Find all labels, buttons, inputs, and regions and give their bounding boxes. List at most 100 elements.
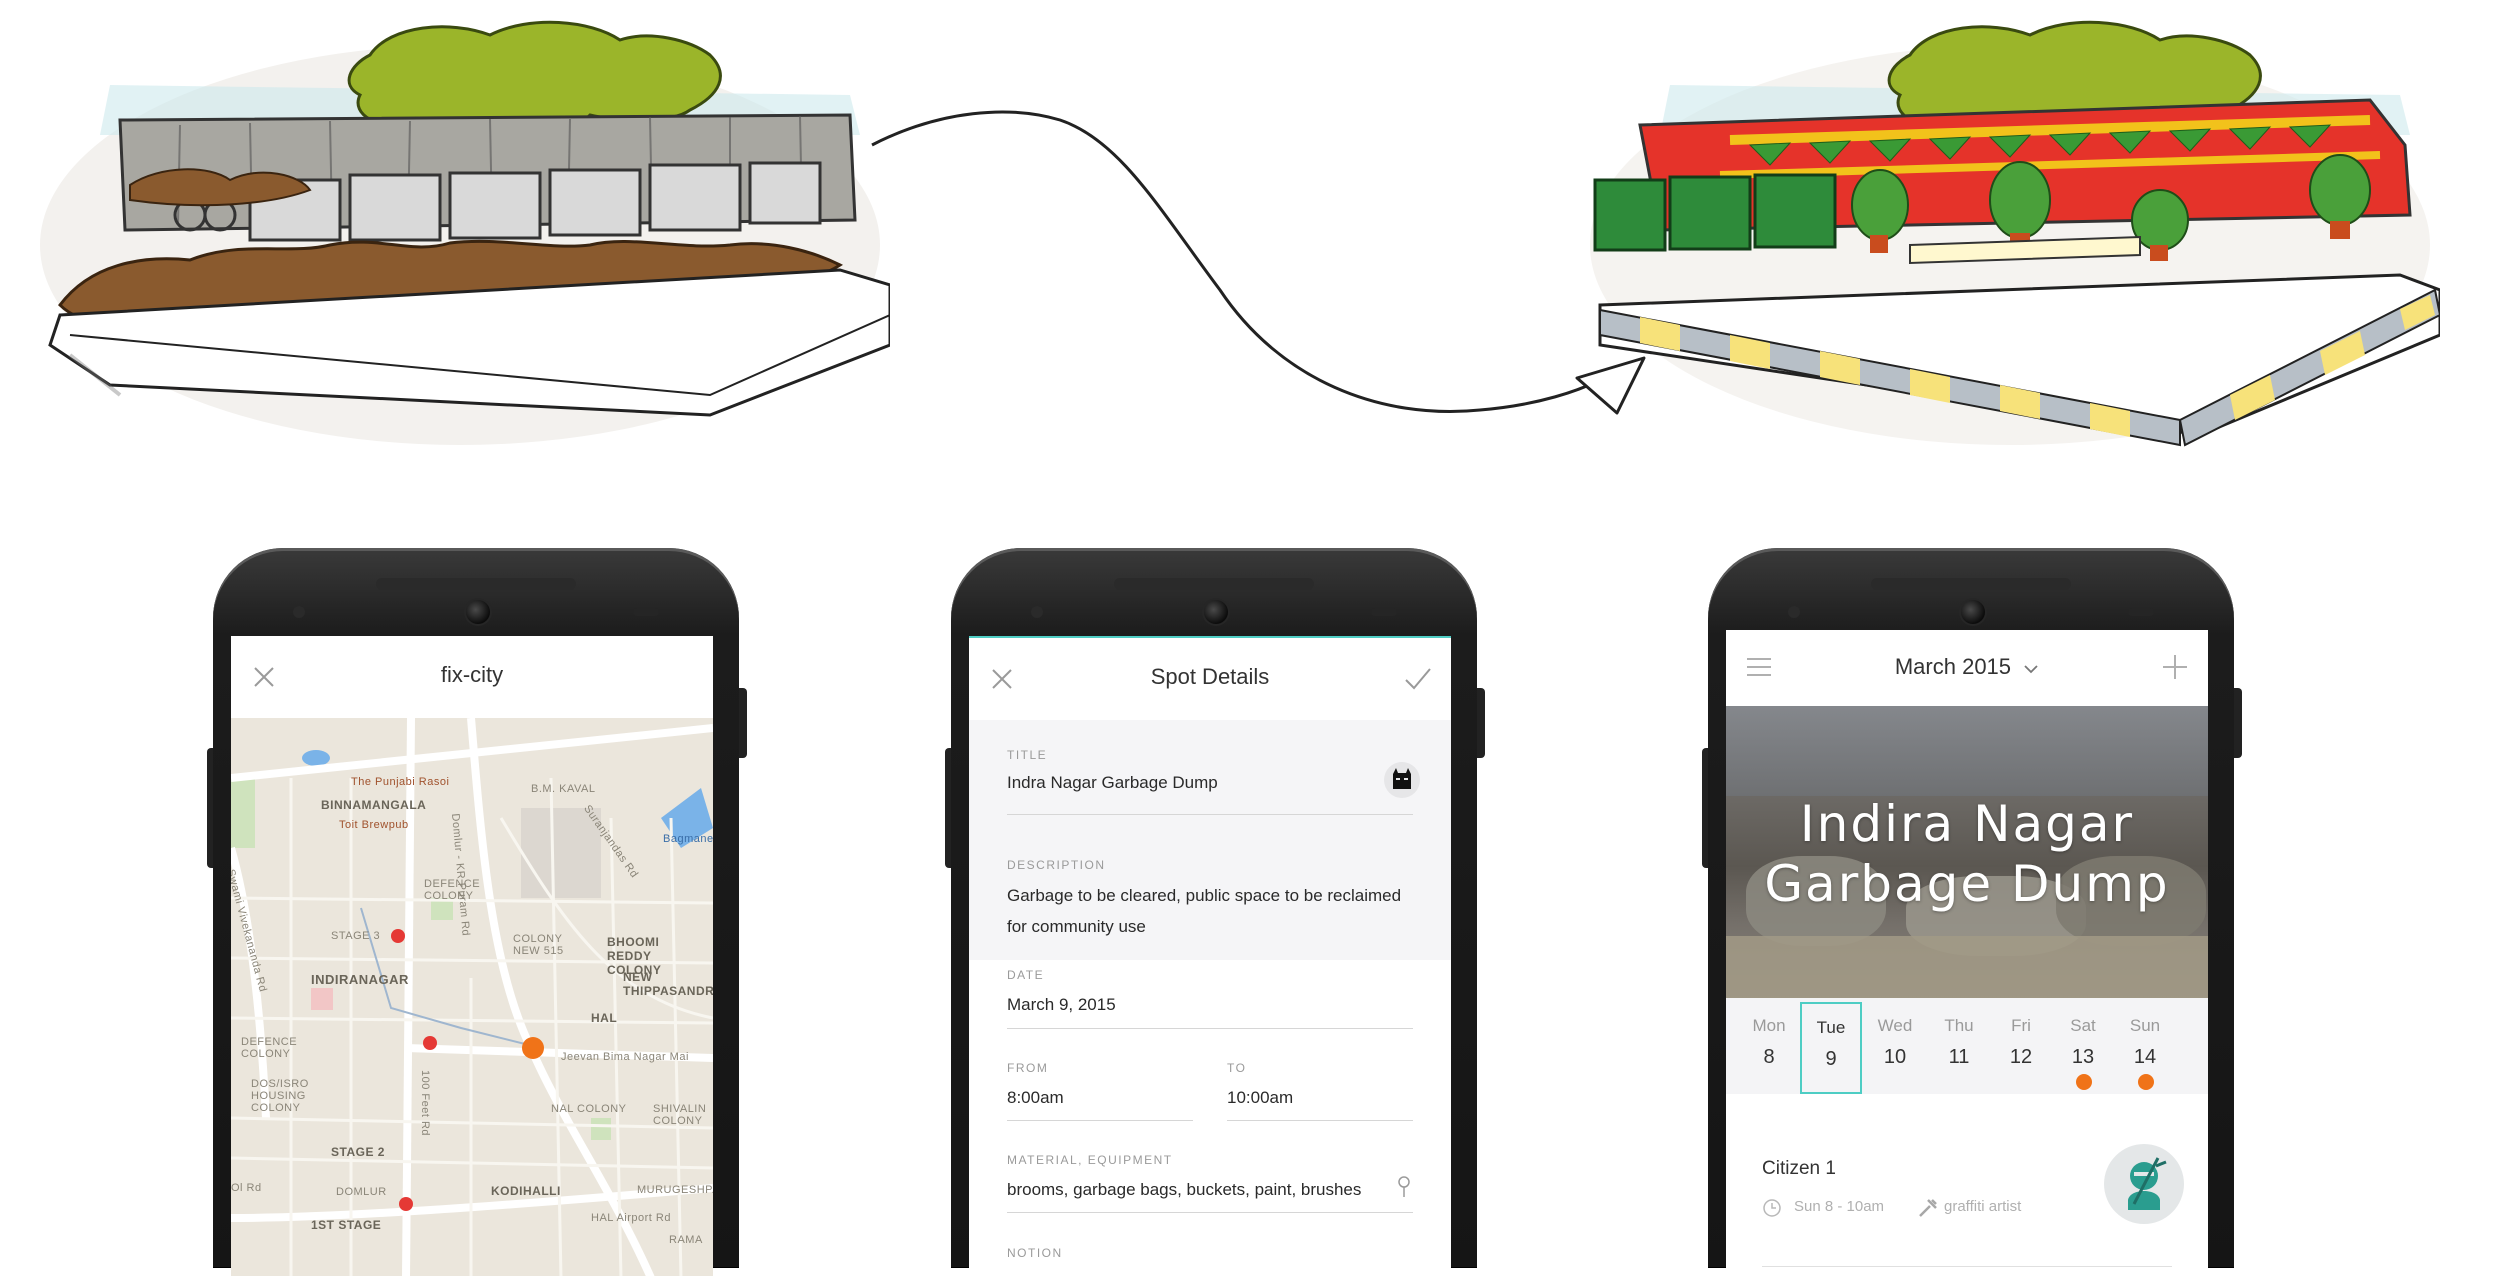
map-label: SHIVALIN COLONY — [653, 1103, 707, 1127]
camera — [466, 600, 490, 624]
map-label: DEFENCE COLONY — [424, 878, 481, 902]
map-label: MURUGESHPA — [637, 1184, 713, 1196]
date-label: DATE — [1007, 968, 1045, 982]
map-label: Toit Brewpub — [339, 819, 409, 831]
day-cell-fri[interactable]: Fri 12 — [1990, 998, 2052, 1094]
map-label: HAL — [591, 1011, 618, 1025]
app-bar: Spot Details — [969, 638, 1451, 720]
day-date: 12 — [2009, 1046, 2033, 1068]
material-field[interactable]: brooms, garbage bags, buckets, paint, br… — [1007, 1180, 1361, 1200]
speaker-grille — [1871, 578, 2071, 590]
map-label: STAGE 2 — [331, 1145, 385, 1159]
phone-spot-details: Spot Details TITLE Indra Nagar Garbage D… — [945, 548, 1485, 1278]
map-label: DOS/ISRO HOUSING COLONY — [251, 1078, 309, 1114]
map-view[interactable]: The Punjabi Rasoi BINNAMANGALA Toit Brew… — [231, 718, 713, 1276]
date-field[interactable]: March 9, 2015 — [1007, 995, 1116, 1015]
from-label: FROM — [1007, 1061, 1049, 1075]
divider — [1007, 1120, 1193, 1121]
divider — [1007, 1028, 1413, 1029]
volume-button — [207, 748, 213, 868]
power-button — [739, 688, 747, 758]
title-label: TITLE — [1007, 748, 1048, 762]
map-label: DOMLUR — [336, 1186, 387, 1198]
app-title: fix-city — [440, 662, 504, 687]
sensor — [633, 608, 659, 616]
map-label: Bagmane — [663, 833, 713, 845]
map-label: NAL COLONY — [551, 1103, 627, 1115]
day-date: 11 — [1948, 1046, 1970, 1068]
day-name: Tue — [1816, 1018, 1846, 1037]
ninja-avatar-icon — [2128, 1157, 2167, 1210]
map-label: KODIHALLI — [491, 1184, 561, 1198]
volume-button — [1702, 748, 1708, 868]
day-name: Sun — [2129, 1016, 2161, 1035]
screen-map: fix-city The Punjabi Rasoi BINNAMANGALA … — [231, 636, 713, 1276]
day-date: 13 — [2071, 1046, 2095, 1068]
to-field[interactable]: 10:00am — [1227, 1088, 1293, 1108]
event-item[interactable]: Citizen 1 Sun 8 - 10am graffiti artist — [1726, 1094, 2208, 1270]
day-cell-wed[interactable]: Wed 10 — [1864, 998, 1926, 1094]
pin-icon — [1398, 1176, 1410, 1197]
app-title: Spot Details — [1150, 664, 1270, 689]
camera — [1204, 600, 1228, 624]
map-label: Jeevan Bima Nagar Mai — [561, 1051, 689, 1063]
divider — [1007, 1212, 1413, 1213]
day-cell-mon[interactable]: Mon 8 — [1738, 998, 1800, 1094]
day-date: 9 — [1825, 1048, 1837, 1070]
day-cell-tue[interactable]: Tue 9 — [1800, 1002, 1862, 1094]
to-label: TO — [1227, 1061, 1247, 1075]
month-selector[interactable]: March 2015 — [1726, 654, 2208, 680]
description-field[interactable]: Garbage to be cleared, public space to b… — [1007, 880, 1407, 942]
title-field[interactable]: Indra Nagar Garbage Dump — [1007, 773, 1218, 793]
power-button — [1477, 688, 1485, 758]
map-label: B.M. KAVAL — [531, 783, 596, 795]
app-bar: fix-city — [231, 636, 713, 718]
clock-icon — [1763, 1199, 1781, 1217]
check-icon[interactable] — [1403, 664, 1433, 694]
day-name: Wed — [1877, 1016, 1913, 1035]
day-name: Thu — [1944, 1016, 1974, 1035]
divider — [1762, 1266, 2172, 1267]
day-cell-sat[interactable]: Sat 13 — [2052, 998, 2114, 1094]
map-label: COLONY NEW 515 — [513, 933, 564, 957]
day-date: 10 — [1883, 1046, 1907, 1068]
event-avatar[interactable] — [2104, 1144, 2184, 1224]
from-field[interactable]: 8:00am — [1007, 1088, 1064, 1108]
before-illustration — [40, 20, 890, 445]
plus-icon[interactable] — [2160, 652, 2190, 682]
volume-button — [945, 748, 951, 868]
day-cell-thu[interactable]: Thu 11 — [1928, 998, 1990, 1094]
map-label: STAGE 3 — [331, 930, 381, 942]
phone-calendar: March 2015 Indira Nagar Garbage Dump Mon… — [1702, 548, 2242, 1270]
event-time: Sun 8 - 10am — [1794, 1198, 1885, 1215]
day-name: Mon — [1752, 1016, 1786, 1035]
phone-map: fix-city The Punjabi Rasoi BINNAMANGALA … — [207, 548, 747, 1276]
day-name: Fri — [2011, 1016, 2031, 1035]
day-cell-sun[interactable]: Sun 14 — [2114, 998, 2176, 1094]
next-label: NOTION — [1007, 1246, 1063, 1260]
event-dot — [2076, 1074, 2092, 1090]
camera — [1961, 600, 1985, 624]
map-label: RAMA — [669, 1234, 703, 1246]
power-button — [2234, 688, 2242, 758]
day-name: Sat — [2070, 1016, 2096, 1035]
chevron-down-icon — [2024, 665, 2038, 674]
map-label: The Punjabi Rasoi — [351, 776, 450, 788]
speaker-grille — [1114, 578, 1314, 590]
event-hero-image[interactable]: Indira Nagar Garbage Dump — [1726, 706, 2208, 998]
map-label: DEFENCE COLONY — [241, 1036, 298, 1060]
map-label: Ol Rd — [231, 1182, 262, 1194]
day-date: 8 — [1763, 1046, 1775, 1068]
month-label: March 2015 — [1894, 654, 2012, 679]
event-dot — [2138, 1074, 2154, 1090]
map-label: NEW THIPPASANDR — [623, 970, 713, 998]
screen-spot-details: Spot Details TITLE Indra Nagar Garbage D… — [969, 636, 1451, 1278]
map-label: HAL Airport Rd — [591, 1212, 671, 1224]
map-label: INDIRANAGAR — [311, 972, 409, 987]
sensor — [293, 606, 305, 618]
transform-arrow — [871, 110, 1646, 415]
event-role: graffiti artist — [1944, 1198, 2022, 1215]
map-label: 1ST STAGE — [311, 1218, 382, 1232]
divider — [1227, 1120, 1413, 1121]
batman-avatar-icon[interactable] — [1384, 762, 1420, 798]
